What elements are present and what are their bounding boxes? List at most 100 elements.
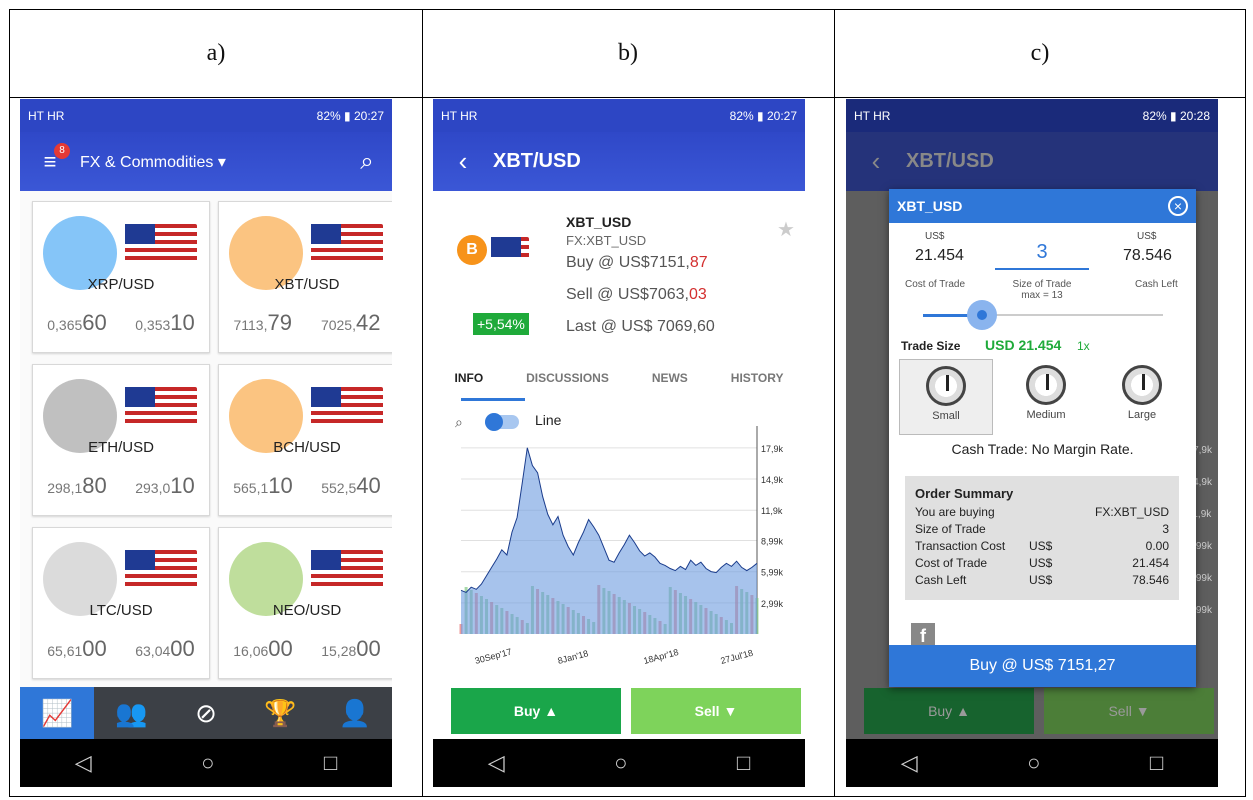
status-bar: HT HR 82% ▮ 20:28 (846, 99, 1218, 132)
carrier-label: HT HR (854, 108, 891, 123)
pair-label: BCH/USD (273, 439, 341, 456)
row-label: Cost of Trade (915, 555, 988, 570)
instrument-tile[interactable]: BCH/USD 565,110 552,540 (218, 364, 392, 516)
panel-label-a: a) (206, 40, 226, 66)
size-slider[interactable] (923, 300, 1163, 330)
buy-action-button[interactable]: Buy @ US$ 7151,27 (889, 645, 1196, 687)
home-icon[interactable]: ○ (201, 750, 214, 776)
slider-handle[interactable] (967, 300, 997, 330)
order-summary-row: Size of Trade 3 (915, 520, 1169, 537)
order-summary: Order Summary You are buying FX:XBT_USD Si… (905, 476, 1179, 600)
cash-value: 78.546 (1123, 247, 1172, 264)
tab-discussions[interactable]: DISCUSSIONS (526, 371, 609, 395)
sell-price-text: Sell @ US$7063, (566, 286, 689, 303)
profile-tab-icon[interactable]: 👤 (318, 687, 392, 739)
page-title: XBT/USD (493, 150, 581, 172)
close-icon[interactable]: × (1168, 196, 1188, 216)
bid-price: 7113,79 (233, 310, 292, 335)
row-currency: US$ (1029, 555, 1053, 570)
recents-icon[interactable]: □ (324, 750, 337, 776)
home-icon[interactable]: ○ (614, 750, 627, 776)
recents-icon[interactable]: □ (737, 750, 750, 776)
tab-news[interactable]: NEWS (652, 371, 688, 395)
row-currency: US$ (1029, 538, 1053, 553)
dialog-header: XBT_USD × (889, 189, 1196, 223)
home-icon[interactable]: ○ (1027, 750, 1040, 776)
leverage-value: 1x (1077, 339, 1090, 353)
ask-price: 63,0400 (135, 636, 195, 661)
trade-size-label: Trade Size (901, 339, 961, 353)
back-icon[interactable]: ◁ (488, 750, 505, 776)
cost-currency: US$ (925, 231, 945, 242)
buy-button[interactable]: Buy ▲ (451, 688, 621, 734)
bg-buy-button: Buy ▲ (864, 688, 1034, 734)
row-value: 0.00 (1145, 538, 1169, 553)
facebook-icon[interactable]: f (911, 623, 935, 647)
cost-label: Cost of Trade (905, 279, 966, 290)
menu-button[interactable]: ≡ 8 (20, 142, 80, 175)
bitcoin-coin-icon: B (457, 235, 487, 265)
android-nav-bar: ◁ ○ □ (846, 739, 1218, 787)
back-icon[interactable]: ◁ (901, 750, 918, 776)
tab-info[interactable]: INFO (454, 371, 483, 395)
tab-history[interactable]: HISTORY (731, 371, 784, 395)
us-flag-icon (125, 224, 197, 264)
compass-tab-icon[interactable]: ⊘ (169, 687, 243, 739)
row-label: You are buying (915, 504, 995, 519)
bid-price: 16,0600 (233, 636, 293, 661)
category-label: FX & Commodities (80, 153, 214, 171)
gauge-small[interactable]: Small (899, 359, 993, 435)
price-row: 16,0600 15,2800 (219, 636, 392, 662)
price-row: 565,110 552,540 (219, 473, 392, 499)
community-tab-icon[interactable]: 👥 (94, 687, 168, 739)
gauge-icon (926, 366, 966, 406)
instrument-tile[interactable]: XBT/USD 7113,79 7025,42 (218, 201, 392, 353)
android-nav-bar: ◁ ○ □ (433, 739, 805, 787)
cost-value: 21.454 (915, 247, 964, 264)
row-label: Transaction Cost (915, 538, 1006, 553)
order-summary-row: Transaction Cost US$ 0.00 (915, 537, 1169, 554)
ask-price: 7025,42 (320, 310, 381, 335)
back-arrow-icon: ‹ (871, 146, 881, 176)
size-label: Size of Trade (1012, 279, 1072, 290)
gauge-medium[interactable]: Medium (999, 359, 1093, 435)
instrument-tile[interactable]: LTC/USD 65,6100 63,0400 (32, 527, 210, 679)
back-arrow-icon[interactable]: ‹ (433, 146, 493, 177)
x-tick-label: 18Apr'18 (642, 647, 679, 666)
star-icon[interactable]: ★ (777, 217, 795, 242)
sell-price: Sell @ US$7063,03 (566, 286, 707, 304)
notification-badge: 8 (54, 142, 70, 159)
buy-price: Buy @ US$7151,87 (566, 254, 708, 272)
battery-level: 82% (316, 108, 341, 123)
clock: 20:27 (766, 108, 797, 123)
trade-size-value: USD 21.454 (985, 337, 1062, 353)
cash-currency: US$ (1137, 231, 1157, 242)
trophy-tab-icon[interactable]: 🏆 (243, 687, 317, 739)
gauge-icon (1026, 365, 1066, 405)
search-icon[interactable]: ⌕ (342, 148, 392, 176)
order-summary-row: You are buying FX:XBT_USD (915, 503, 1169, 520)
page-title: XBT/USD (906, 150, 994, 172)
size-input[interactable]: 3 (995, 241, 1089, 270)
recents-icon[interactable]: □ (1150, 750, 1163, 776)
category-dropdown[interactable]: FX & Commodities ▾ (80, 152, 342, 172)
y-tick-label: 14,9k (761, 475, 784, 485)
ask-price: 15,2800 (321, 636, 381, 661)
row-value: FX:XBT_USD (1094, 504, 1169, 519)
gauge-large[interactable]: Large (1095, 359, 1189, 435)
phone-screen-a: HT HR 82% ▮ 20:27 ≡ 8 FX & Commodities ▾… (20, 99, 392, 787)
ask-price: 293,010 (135, 473, 195, 498)
instrument-tile[interactable]: XRP/USD 0,36560 0,35310 (32, 201, 210, 353)
instrument-tile[interactable]: ETH/USD 298,180 293,010 (32, 364, 210, 516)
bid-price: 65,6100 (47, 636, 107, 661)
clock: 20:28 (1179, 108, 1210, 123)
buy-price-highlight: 87 (689, 254, 708, 271)
sell-button[interactable]: Sell ▼ (631, 688, 801, 734)
chart-tab-icon[interactable]: 📈 (20, 687, 95, 739)
margin-text: Cash Trade: No Margin Rate. (951, 441, 1134, 457)
back-icon[interactable]: ◁ (75, 750, 92, 776)
size-max: max = 13 (1021, 290, 1063, 301)
instrument-tile[interactable]: NEO/USD 16,0600 15,2800 (218, 527, 392, 679)
order-summary-row: Cash Left US$ 78.546 (915, 571, 1169, 588)
price-row: 7113,79 7025,42 (219, 310, 392, 336)
